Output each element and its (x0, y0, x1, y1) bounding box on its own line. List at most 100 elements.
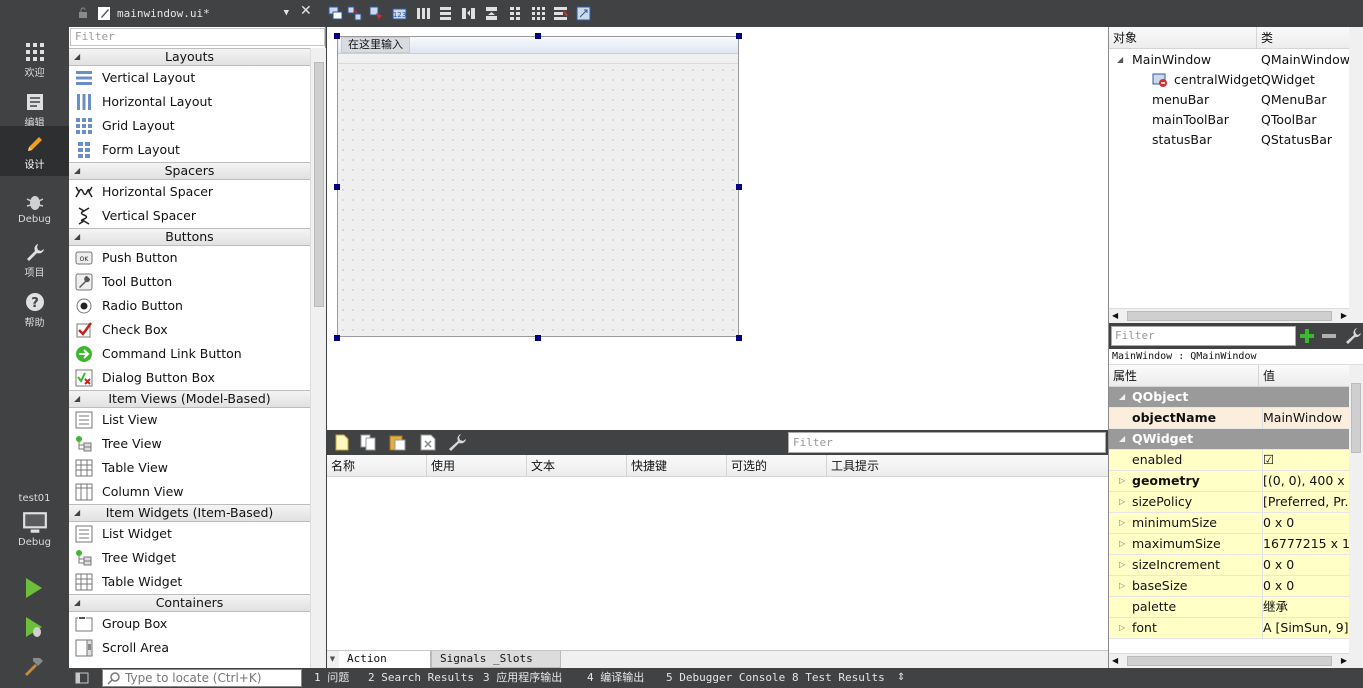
scroll-left-icon[interactable]: ◀ (1112, 654, 1118, 668)
edit-signals-icon[interactable] (347, 6, 362, 21)
file-tab[interactable]: mainwindow.ui* ▼ (95, 4, 291, 23)
debug-run-icon[interactable] (22, 615, 46, 639)
break-layout-icon[interactable] (553, 6, 568, 21)
mode-debug[interactable]: Debug (0, 184, 69, 232)
layout-split-horizontal-icon[interactable] (461, 6, 476, 21)
property-row[interactable]: ▷ font A [SimSun, 9] (1109, 618, 1363, 639)
widget-list-scrollbar[interactable] (310, 48, 326, 668)
kit-selector[interactable]: Debug (0, 505, 69, 553)
tab-signals-slots-editor[interactable]: Signals _Slots Ed… (431, 651, 561, 681)
widget-filter-input[interactable]: Filter (70, 28, 325, 46)
widget-item-scroll-area[interactable]: Scroll Area (69, 636, 310, 660)
column-header-name[interactable]: 名称 (327, 455, 427, 477)
main-window-form[interactable]: 在这里输入 (337, 36, 739, 337)
action-filter-input[interactable]: Filter (788, 432, 1106, 453)
widget-item-radio-button[interactable]: Radio Button (69, 294, 310, 318)
property-value[interactable]: 0 x 0 (1262, 513, 1350, 533)
menu-type-here[interactable]: 在这里输入 (341, 37, 410, 53)
widget-item-list-widget[interactable]: List Widget (69, 522, 310, 546)
property-row[interactable]: ▷ maximumSize 16777215 x 1... (1109, 534, 1363, 555)
central-widget-grid[interactable] (338, 65, 738, 336)
property-row[interactable]: palette 继承 (1109, 597, 1363, 618)
tree-row[interactable]: menuBar QMenuBar (1109, 90, 1363, 110)
layout-form-icon[interactable] (508, 6, 523, 21)
property-group-qobject[interactable]: ◢ QObject (1109, 387, 1363, 408)
paste-action-icon[interactable] (389, 434, 407, 451)
tree-row[interactable]: statusBar QStatusBar (1109, 130, 1363, 150)
widget-item-column-view[interactable]: Column View (69, 480, 310, 504)
widget-item-horizontal-spacer[interactable]: Horizontal Spacer (69, 180, 310, 204)
output-tab-application-output[interactable]: 3 应用程序输出 (483, 668, 562, 688)
widget-category-item-widgets-item-based[interactable]: Item Widgets (Item-Based) (69, 504, 310, 522)
output-tab-debugger-console[interactable]: 5 Debugger Console (666, 668, 785, 688)
widget-item-table-widget[interactable]: Table Widget (69, 570, 310, 594)
widget-item-tree-view[interactable]: Tree View (69, 432, 310, 456)
mode-help[interactable]: ? 帮助 (0, 284, 69, 332)
chevron-down-icon[interactable]: ▼ (284, 4, 289, 23)
property-value[interactable]: [Preferred, Pr... (1262, 492, 1350, 512)
widget-item-tree-widget[interactable]: Tree Widget (69, 546, 310, 570)
edit-tab-order-icon[interactable]: 123 (392, 6, 407, 21)
layout-horizontal-icon[interactable] (416, 6, 431, 21)
resize-handle[interactable] (736, 335, 742, 341)
widget-item-form-layout[interactable]: Form Layout (69, 138, 310, 162)
column-header-value[interactable]: 值 (1259, 365, 1275, 387)
tree-row[interactable]: ◢ MainWindow QMainWindow (1109, 50, 1363, 70)
widget-item-group-box[interactable]: Group Box (69, 612, 310, 636)
property-row[interactable]: objectName MainWindow (1109, 408, 1363, 429)
close-icon[interactable]: ✕ (300, 3, 312, 19)
expand-arrow-icon[interactable]: ◢ (1119, 429, 1125, 449)
widget-item-check-box[interactable]: Check Box (69, 318, 310, 342)
object-inspector-vscrollbar[interactable] (1349, 27, 1363, 323)
property-row[interactable]: ▷ sizePolicy [Preferred, Pr... (1109, 492, 1363, 513)
widget-item-vertical-spacer[interactable]: Vertical Spacer (69, 204, 310, 228)
expand-arrow-icon[interactable]: ▷ (1119, 576, 1125, 596)
property-editor-vscrollbar[interactable] (1349, 365, 1363, 668)
mode-design[interactable]: 设计 (0, 126, 69, 176)
add-property-icon[interactable] (1299, 328, 1315, 344)
property-row[interactable]: ▷ geometry [(0, 0), 400 x 3... (1109, 471, 1363, 492)
mode-projects[interactable]: 项目 (0, 234, 69, 282)
expand-arrow-icon[interactable]: ◢ (1117, 50, 1123, 70)
column-header-property[interactable]: 属性 (1109, 365, 1259, 387)
scrollbar-thumb[interactable] (314, 62, 324, 307)
mode-welcome[interactable]: 欢迎 (0, 34, 69, 82)
resize-handle[interactable] (334, 33, 340, 39)
output-tab-compile-output[interactable]: 4 编译输出 (587, 668, 644, 688)
scroll-down-icon[interactable]: ▼ (327, 651, 338, 668)
column-header-tooltip[interactable]: 工具提示 (827, 455, 1108, 477)
locator-input[interactable]: Type to locate (Ctrl+K) (102, 669, 302, 687)
widget-category-layouts[interactable]: Layouts (69, 48, 310, 66)
column-header-used[interactable]: 使用 (427, 455, 527, 477)
scroll-right-icon[interactable]: ▶ (1341, 654, 1347, 668)
expand-arrow-icon[interactable]: ▷ (1119, 492, 1125, 512)
form-toolbar[interactable] (338, 54, 738, 64)
output-tab-search-results[interactable]: 2 Search Results (368, 668, 474, 688)
widget-item-grid-layout[interactable]: Grid Layout (69, 114, 310, 138)
resize-handle[interactable] (334, 335, 340, 341)
widget-item-vertical-layout[interactable]: Vertical Layout (69, 66, 310, 90)
object-inspector-hscrollbar[interactable]: ◀ ▶ (1109, 308, 1350, 323)
expand-arrow-icon[interactable]: ▷ (1119, 471, 1125, 491)
scroll-left-icon[interactable]: ◀ (1112, 309, 1118, 323)
remove-property-icon[interactable] (1321, 328, 1337, 344)
widget-category-buttons[interactable]: Buttons (69, 228, 310, 246)
form-menubar[interactable]: 在这里输入 (338, 37, 738, 54)
column-header-object[interactable]: 对象 (1109, 27, 1257, 49)
property-checkbox[interactable]: ☑ (1262, 450, 1350, 470)
scrollbar-thumb[interactable] (1127, 656, 1332, 666)
configure-icon[interactable] (1344, 327, 1362, 345)
property-row[interactable]: enabled ☑ (1109, 450, 1363, 471)
property-editor-hscrollbar[interactable]: ◀ ▶ (1109, 653, 1350, 668)
edit-buddies-icon[interactable] (369, 6, 384, 21)
expand-arrow-icon[interactable]: ◢ (1119, 387, 1125, 407)
scrollbar-thumb[interactable] (1351, 383, 1361, 453)
layout-split-vertical-icon[interactable] (484, 6, 499, 21)
widget-item-list-view[interactable]: List View (69, 408, 310, 432)
tab-action-editor[interactable]: Action Editor (339, 651, 431, 681)
toggle-sidebar-icon[interactable] (75, 672, 89, 684)
property-filter-input[interactable]: Filter (1111, 326, 1296, 346)
resize-handle[interactable] (334, 184, 340, 190)
property-group-qwidget[interactable]: ◢ QWidget (1109, 429, 1363, 450)
property-row[interactable]: ▷ sizeIncrement 0 x 0 (1109, 555, 1363, 576)
